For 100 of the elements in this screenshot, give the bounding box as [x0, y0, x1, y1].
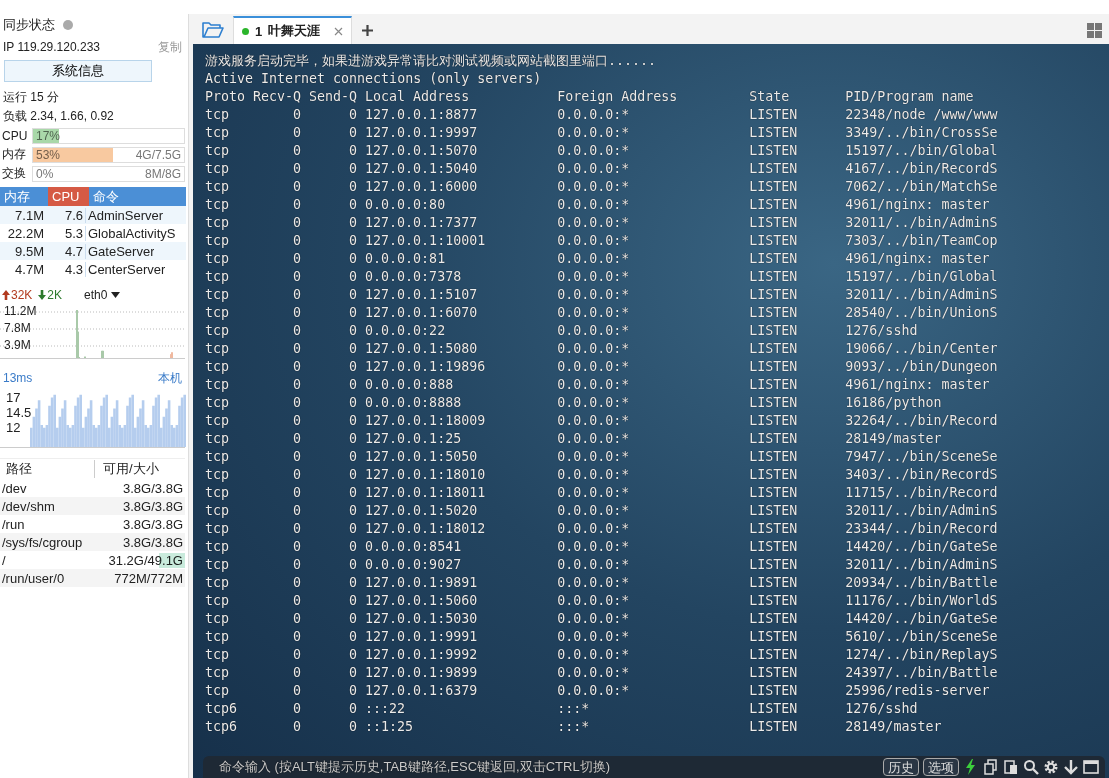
terminal-text: 127.0.0.1:5080 [365, 341, 478, 356]
terminal-text: LISTEN [749, 593, 798, 608]
table-cell: 7.6 [44, 207, 86, 223]
terminal-text: 0.0.0.0:* [557, 197, 630, 212]
search-icon[interactable] [1023, 759, 1039, 775]
terminal-text: 0 [349, 359, 358, 374]
terminal-text: LISTEN [749, 683, 798, 698]
terminal-text: 0 [293, 431, 302, 446]
column-header[interactable]: CPU [48, 187, 89, 206]
terminal-text: 0.0.0.0:* [557, 179, 630, 194]
terminal-text: 11715/../bin/Record [845, 485, 998, 500]
terminal-text: 0.0.0.0:* [557, 215, 630, 230]
paste-icon[interactable] [1003, 759, 1019, 775]
terminal-text: 0 [293, 287, 302, 302]
terminal-text: LISTEN [749, 215, 798, 230]
table-cell: 3.8G/3.8G [123, 480, 183, 496]
terminal-text: 1276/sshd [845, 701, 918, 716]
terminal-text: 32011/../bin/AdminS [845, 215, 998, 230]
column-header[interactable]: 路径 [0, 460, 95, 478]
terminal-text: 0 [293, 107, 302, 122]
terminal-text: 127.0.0.1:9997 [365, 125, 478, 140]
table-cell-text: CenterServer [87, 261, 166, 277]
terminal-text: 4961/nginx: master [845, 197, 990, 212]
terminal-text: 0 [293, 539, 302, 554]
terminal-text: 20934/../bin/Battle [845, 575, 998, 590]
terminal-text: 0 [293, 593, 302, 608]
terminal-text: 14420/../bin/GateSe [845, 539, 998, 554]
terminal-text: 0 [349, 413, 358, 428]
terminal-text: 0.0.0.0:* [557, 503, 630, 518]
terminal-text: 127.0.0.1:8877 [365, 107, 478, 122]
meter-label: 交换 [2, 165, 27, 182]
terminal-text: tcp [205, 251, 230, 266]
terminal-text: 0 [349, 611, 358, 626]
terminal-text: 127.0.0.1:5050 [365, 449, 478, 464]
interface-dropdown[interactable]: eth0 [84, 288, 121, 302]
terminal-text: 0 [293, 683, 302, 698]
terminal-text: LISTEN [749, 305, 798, 320]
terminal-text: 32011/../bin/AdminS [845, 287, 998, 302]
table-cell-text: /dev [1, 480, 28, 496]
terminal-text: tcp [205, 467, 230, 482]
terminal-text: tcp [205, 431, 230, 446]
terminal-text: 0.0.0.0:22 [365, 323, 446, 338]
terminal-text: 127.0.0.1:9891 [365, 575, 478, 590]
close-icon[interactable] [334, 26, 344, 36]
terminal-text: 127.0.0.1:5020 [365, 503, 478, 518]
terminal-text: 0 [293, 233, 302, 248]
terminal-text: 7303/../bin/TeamCop [845, 233, 998, 248]
terminal-text: 0 [349, 557, 358, 572]
terminal-text: 127.0.0.1:18010 [365, 467, 486, 482]
terminal-text: 0 [349, 143, 358, 158]
table-cell: 4.7 [44, 243, 86, 259]
host-label: 本机 [158, 369, 182, 387]
down-arrow-icon[interactable] [1063, 759, 1079, 775]
terminal-text: 0 [293, 269, 302, 284]
terminal-text: 0 [293, 377, 302, 392]
terminal-text: 4961/nginx: master [845, 251, 990, 266]
terminal-text: LISTEN [749, 701, 798, 716]
terminal-text: LISTEN [749, 377, 798, 392]
folder-icon[interactable] [202, 21, 224, 39]
terminal-text: 0.0.0.0:* [557, 665, 630, 680]
terminal-text: tcp [205, 125, 230, 140]
terminal-text: 127.0.0.1:5060 [365, 593, 478, 608]
window-icon[interactable] [1083, 759, 1099, 775]
column-header[interactable]: 可用/大小 [95, 460, 159, 478]
terminal-text: 0.0.0.0:* [557, 269, 630, 284]
terminal-tab[interactable]: 1 叶舞天涯 [233, 16, 353, 44]
axis-label: 3.9M [4, 338, 32, 352]
toolbar-button[interactable]: 历史 [883, 758, 919, 776]
terminal-text: 0.0.0.0:* [557, 305, 630, 320]
terminal-text: LISTEN [749, 341, 798, 356]
terminal-text: 0.0.0.0:* [557, 233, 630, 248]
terminal-text: 0.0.0.0:* [557, 143, 630, 158]
terminal-text: 0 [293, 143, 302, 158]
toolbar-button[interactable]: 选项 [923, 758, 959, 776]
terminal-text: 0 [349, 197, 358, 212]
table-cell-text: /run [1, 516, 26, 532]
terminal-text: 0 [293, 719, 302, 734]
terminal-text: 0 [349, 539, 358, 554]
caret-icon [111, 292, 121, 298]
latency-value: 13ms [3, 371, 33, 385]
terminal-text: 0.0.0.0:* [557, 539, 630, 554]
terminal-text: 4961/nginx: master [845, 377, 990, 392]
terminal-text: 0 [293, 467, 302, 482]
terminal-text: 0 [293, 449, 302, 464]
terminal-text: LISTEN [749, 107, 798, 122]
terminal-text: LISTEN [749, 719, 798, 734]
terminal-text: 9093/../bin/Dungeon [845, 359, 998, 374]
terminal-text: 0.0.0.0:* [557, 683, 630, 698]
table-cell: 3.8G/3.8G [123, 534, 183, 550]
terminal-text: 0 [349, 665, 358, 680]
terminal-text: tcp [205, 683, 230, 698]
grid-layout-icon[interactable] [1086, 22, 1102, 38]
command-input[interactable]: 命令输入 (按ALT键提示历史,TAB键路径,ESC键返回,双击CTRL切换) [219, 759, 610, 774]
terminal-text: tcp [205, 575, 230, 590]
copy-icon[interactable] [983, 759, 999, 775]
terminal-text: tcp [205, 449, 230, 464]
settings-icon[interactable] [1043, 759, 1059, 775]
plus-icon[interactable] [361, 24, 373, 36]
terminal-text: 0.0.0.0:* [557, 575, 630, 590]
system-info-button[interactable]: 系统信息 [4, 60, 152, 82]
